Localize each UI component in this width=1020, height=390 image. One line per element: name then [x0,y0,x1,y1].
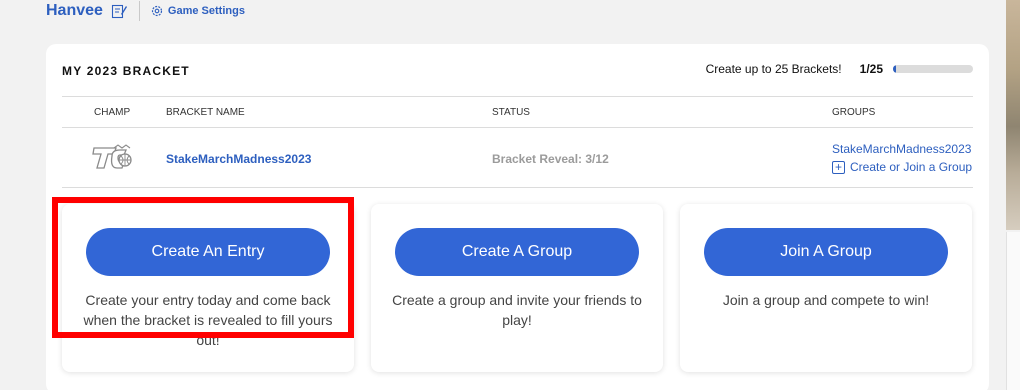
quota-progress-fill [893,65,897,73]
create-group-button[interactable]: Create A Group [395,228,639,276]
col-champ: CHAMP [94,107,131,118]
highlight-box [52,197,354,338]
join-group-button[interactable]: Join A Group [704,228,948,276]
champ-logo-icon [92,144,132,169]
quota-text: Create up to 25 Brackets! [705,62,842,76]
gear-icon [151,5,163,17]
background-photo [1006,0,1020,230]
game-settings-label: Game Settings [167,5,245,17]
plus-icon: + [832,160,845,174]
side-panel [1006,232,1020,390]
bracket-status: Bracket Reveal: 3/12 [492,152,609,166]
section-title: MY 2023 BRACKET [62,64,190,78]
col-groups: GROUPS [832,107,876,118]
edit-icon[interactable] [111,3,127,19]
quota-count: 1/25 [859,62,883,76]
game-settings-link[interactable]: Game Settings [150,4,245,18]
join-group-card: Join A Group Join a group and compete to… [680,204,972,372]
quota-progress-bar [893,65,973,73]
bracket-table: CHAMP BRACKET NAME STATUS GROUPS StakeMa… [62,96,973,188]
join-group-description: Join a group and compete to win! [722,292,930,308]
create-group-card: Create A Group Create a group and invite… [371,204,663,372]
group-link[interactable]: StakeMarchMadness2023 [832,142,973,156]
table-header: CHAMP BRACKET NAME STATUS GROUPS [62,97,973,128]
bracket-quota: Create up to 25 Brackets! 1/25 [706,62,973,76]
col-status: STATUS [492,107,530,118]
user-name[interactable]: Hanvee [46,2,103,20]
create-group-description: Create a group and invite your friends t… [392,292,642,328]
top-bar: Hanvee Game Settings [46,0,245,22]
create-join-group-label: Create or Join a Group [850,160,973,174]
bracket-name-link[interactable]: StakeMarchMadness2023 [166,152,311,166]
divider [138,1,140,21]
col-bracket-name: BRACKET NAME [166,107,245,118]
table-row[interactable]: StakeMarchMadness2023 Bracket Reveal: 3/… [62,128,973,188]
groups-cell: StakeMarchMadness2023 + Create or Join a… [832,142,973,174]
create-join-group-link[interactable]: + Create or Join a Group [832,160,973,174]
